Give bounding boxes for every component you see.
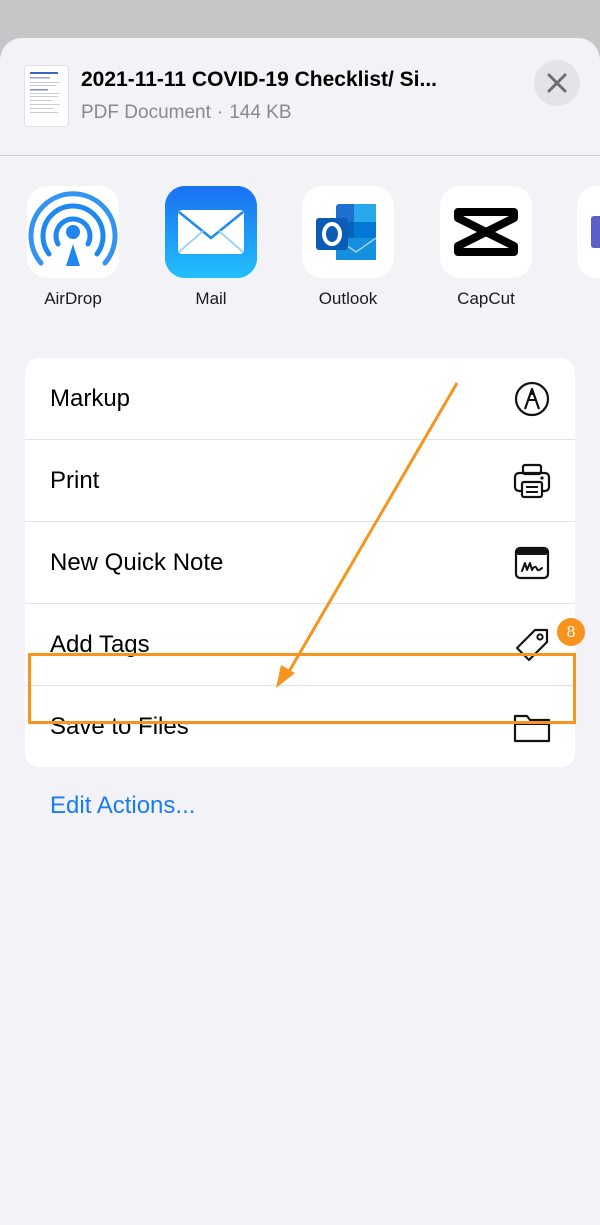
app-icon-partial	[577, 186, 600, 278]
document-meta: PDF Document · 144 KB	[81, 102, 292, 124]
share-app-label: Outlook	[318, 289, 378, 308]
meta-separator: ·	[216, 102, 224, 123]
action-label: Print	[50, 467, 100, 494]
share-app-label: CapCut	[457, 289, 515, 308]
quick-note-icon	[513, 544, 551, 582]
printer-icon	[513, 462, 551, 500]
action-label: Add Tags	[50, 631, 150, 658]
share-app-label: Mail	[195, 289, 227, 308]
close-icon	[547, 73, 567, 93]
capcut-icon	[440, 186, 532, 278]
folder-icon	[513, 708, 551, 746]
app-share-row: AirDrop Mail Outlook CapCut	[0, 186, 600, 326]
document-size: 144 KB	[229, 102, 292, 123]
action-label: Save to Files	[50, 713, 189, 740]
action-print[interactable]: Print	[25, 440, 575, 522]
action-label: New Quick Note	[50, 549, 224, 576]
document-thumbnail	[25, 66, 68, 126]
action-markup[interactable]: Markup	[25, 358, 575, 440]
share-app-label: AirDrop	[44, 289, 102, 308]
document-type: PDF Document	[81, 102, 211, 123]
action-label: Markup	[50, 385, 131, 412]
step-badge: 8	[557, 618, 585, 646]
document-title: 2021-11-11 COVID-19 Checklist/ Si...	[81, 68, 438, 91]
share-app-label: T	[567, 289, 600, 309]
outlook-icon	[302, 186, 394, 278]
mail-icon	[165, 186, 257, 278]
tag-icon	[513, 626, 551, 664]
airdrop-icon	[27, 186, 119, 278]
action-add-tags[interactable]: Add Tags	[25, 604, 575, 686]
markup-pen-icon	[513, 380, 551, 418]
action-save-to-files[interactable]: Save to Files	[25, 686, 575, 767]
edit-actions-link[interactable]: Edit Actions...	[50, 792, 195, 820]
action-new-quick-note[interactable]: New Quick Note	[25, 522, 575, 604]
share-sheet: 2021-11-11 COVID-19 Checklist/ Si... PDF…	[0, 38, 600, 1225]
action-list: Markup Print New Quick Note Add Tags Sav…	[25, 358, 575, 767]
close-button[interactable]	[534, 60, 580, 106]
share-sheet-header: 2021-11-11 COVID-19 Checklist/ Si... PDF…	[0, 38, 600, 156]
